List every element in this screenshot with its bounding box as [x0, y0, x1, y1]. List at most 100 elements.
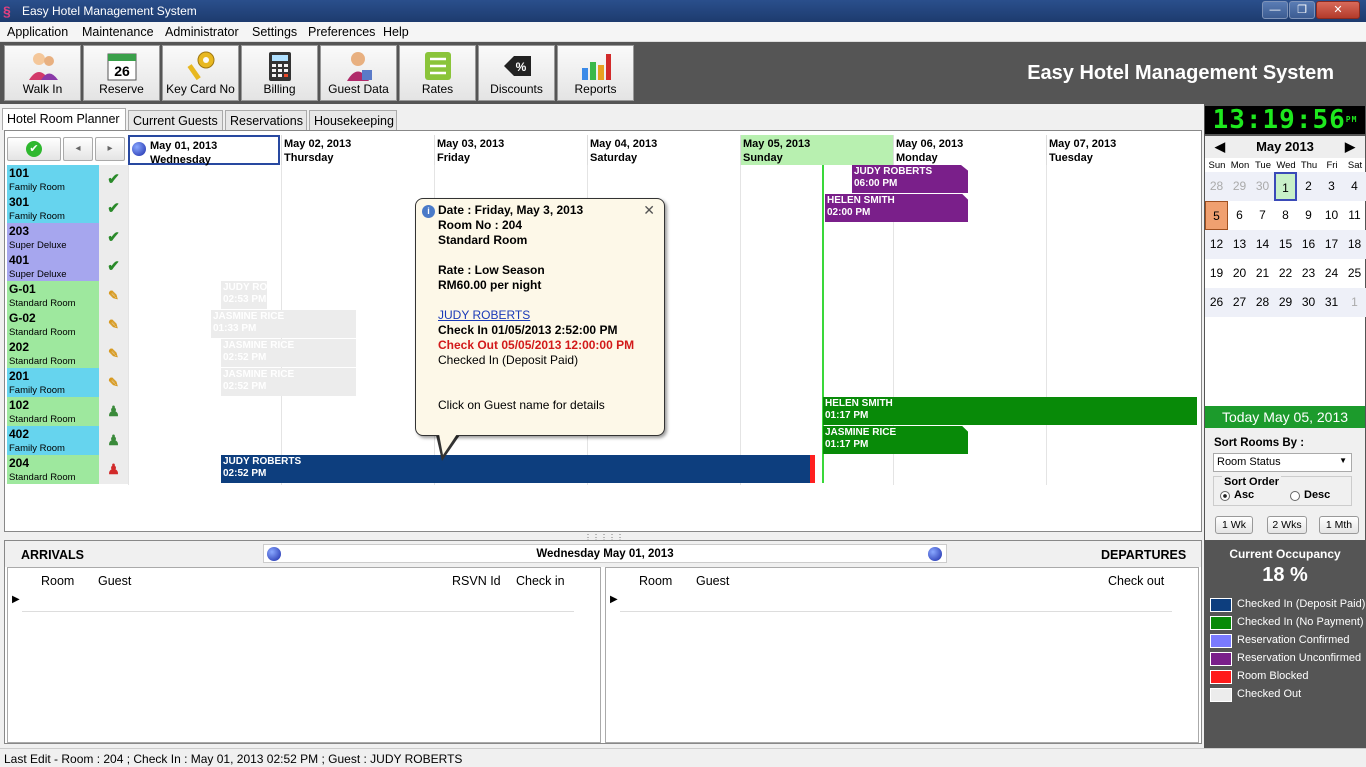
calendar-day[interactable]: 28: [1205, 172, 1228, 201]
day-header[interactable]: May 03, 2013 Friday: [434, 135, 587, 165]
calendar-day[interactable]: 3: [1320, 172, 1343, 201]
panel-splitter[interactable]: ⋮⋮⋮⋮⋮: [4, 532, 1202, 542]
calendar-day[interactable]: 5: [1205, 201, 1228, 230]
calendar-day[interactable]: 7: [1251, 201, 1274, 230]
maximize-button[interactable]: ❐: [1289, 1, 1315, 19]
calendar-day[interactable]: 21: [1251, 259, 1274, 288]
room-row[interactable]: G-02 Standard Room ✎: [7, 310, 128, 339]
reserve-button[interactable]: 26 Reserve: [83, 45, 160, 101]
calendar-day[interactable]: 10: [1320, 201, 1343, 230]
calendar-day[interactable]: 6: [1228, 201, 1251, 230]
room-row[interactable]: G-01 Standard Room ✎: [7, 281, 128, 310]
calendar-day[interactable]: 18: [1343, 230, 1366, 259]
calendar-day[interactable]: 26: [1205, 288, 1228, 317]
calendar-day[interactable]: 14: [1251, 230, 1274, 259]
discounts-button[interactable]: % Discounts: [478, 45, 555, 101]
booking-bar[interactable]: JASMINE RICE 01:17 PM: [823, 426, 968, 454]
calendar-day[interactable]: 15: [1274, 230, 1297, 259]
close-button[interactable]: ✕: [1316, 1, 1360, 19]
desc-radio[interactable]: [1290, 491, 1300, 501]
day-header-today[interactable]: May 05, 2013 Sunday: [740, 135, 893, 165]
confirm-button[interactable]: ✔: [7, 137, 61, 161]
room-row[interactable]: 401 Super Deluxe ✔: [7, 252, 128, 281]
day-header[interactable]: May 07, 2013 Tuesday: [1046, 135, 1199, 165]
popup-guest-link[interactable]: JUDY ROBERTS: [438, 308, 664, 323]
walk-in-button[interactable]: Walk In: [4, 45, 81, 101]
next-day-button[interactable]: [928, 547, 942, 561]
tab-hotel-room-planner[interactable]: Hotel Room Planner: [2, 108, 126, 130]
menu-administrator[interactable]: Administrator: [165, 25, 239, 39]
booking-bar[interactable]: HELEN SMITH 02:00 PM: [825, 194, 968, 222]
calendar-day[interactable]: 13: [1228, 230, 1251, 259]
room-row[interactable]: 202 Standard Room ✎: [7, 339, 128, 368]
tab-housekeeping[interactable]: Housekeeping: [309, 110, 397, 130]
calendar-day[interactable]: 28: [1251, 288, 1274, 317]
calendar-day[interactable]: 30: [1297, 288, 1320, 317]
reports-button[interactable]: Reports: [557, 45, 634, 101]
menu-preferences[interactable]: Preferences: [308, 25, 375, 39]
day-header[interactable]: May 04, 2013 Saturday: [587, 135, 740, 165]
room-row[interactable]: 101 Family Room ✔: [7, 165, 128, 194]
key-card-button[interactable]: Key Card No: [162, 45, 239, 101]
calendar-day[interactable]: 25: [1343, 259, 1366, 288]
calendar-day[interactable]: 20: [1228, 259, 1251, 288]
day-header[interactable]: May 06, 2013 Monday: [893, 135, 1046, 165]
next-week-button[interactable]: ▸: [95, 137, 125, 161]
sort-select[interactable]: Room Status ▼: [1213, 453, 1352, 472]
room-row[interactable]: 102 Standard Room ♟: [7, 397, 128, 426]
menu-application[interactable]: Application: [7, 25, 68, 39]
departures-grid[interactable]: Room Guest Check out ▶: [605, 567, 1199, 743]
booking-bar[interactable]: JASMINE RICE 01:33 PM: [211, 310, 356, 338]
arrivals-grid[interactable]: Room Guest RSVN Id Check in ▶: [7, 567, 601, 743]
booking-bar[interactable]: JUDY ROBERTS 06:00 PM: [852, 165, 968, 193]
calendar-day[interactable]: 17: [1320, 230, 1343, 259]
calendar-day[interactable]: 23: [1297, 259, 1320, 288]
calendar-day[interactable]: 1: [1343, 288, 1366, 317]
tab-reservations[interactable]: Reservations: [225, 110, 307, 130]
booking-bar[interactable]: JUDY RO 02:53 PM: [221, 281, 267, 309]
calendar-day[interactable]: 9: [1297, 201, 1320, 230]
room-row[interactable]: 301 Family Room ✔: [7, 194, 128, 223]
booking-bar[interactable]: JASMINE RICE 02:52 PM: [221, 368, 356, 396]
calendar-day[interactable]: 16: [1297, 230, 1320, 259]
calendar-day[interactable]: 29: [1228, 172, 1251, 201]
tab-current-guests[interactable]: Current Guests: [128, 110, 223, 130]
calendar-day[interactable]: 30: [1251, 172, 1274, 201]
calendar-day[interactable]: 19: [1205, 259, 1228, 288]
booking-bar[interactable]: JASMINE RICE 02:52 PM: [221, 339, 356, 367]
menu-help[interactable]: Help: [383, 25, 409, 39]
room-row[interactable]: 203 Super Deluxe ✔: [7, 223, 128, 252]
close-icon[interactable]: ✕: [643, 203, 655, 218]
calendar-day[interactable]: 1: [1274, 172, 1297, 201]
calendar-day[interactable]: 2: [1297, 172, 1320, 201]
room-row[interactable]: 204 Standard Room ♟: [7, 455, 128, 484]
calendar-day[interactable]: 27: [1228, 288, 1251, 317]
calendar-day[interactable]: 8: [1274, 201, 1297, 230]
range-1mth-button[interactable]: 1 Mth: [1319, 516, 1359, 534]
asc-radio[interactable]: [1220, 491, 1230, 501]
minimize-button[interactable]: —: [1262, 1, 1288, 19]
calendar-day[interactable]: 22: [1274, 259, 1297, 288]
today-button[interactable]: Today May 05, 2013: [1205, 406, 1365, 428]
range-1wk-button[interactable]: 1 Wk: [1215, 516, 1253, 534]
menu-maintenance[interactable]: Maintenance: [82, 25, 154, 39]
calendar-day[interactable]: 11: [1343, 201, 1366, 230]
menu-settings[interactable]: Settings: [252, 25, 297, 39]
day-header[interactable]: May 02, 2013 Thursday: [281, 135, 434, 165]
billing-button[interactable]: Billing: [241, 45, 318, 101]
room-row[interactable]: 201 Family Room ✎: [7, 368, 128, 397]
booking-bar-selected[interactable]: JUDY ROBERTS 02:52 PM: [221, 455, 815, 483]
rates-button[interactable]: Rates: [399, 45, 476, 101]
room-row[interactable]: 402 Family Room ♟: [7, 426, 128, 455]
day-header[interactable]: May 01, 2013 Wednesday: [128, 135, 280, 166]
calendar-day[interactable]: 4: [1343, 172, 1366, 201]
guest-data-button[interactable]: Guest Data: [320, 45, 397, 101]
prev-month-button[interactable]: ◀: [1215, 136, 1225, 158]
calendar-day[interactable]: 24: [1320, 259, 1343, 288]
calendar-day[interactable]: 31: [1320, 288, 1343, 317]
prev-week-button[interactable]: ◂: [63, 137, 93, 161]
booking-bar[interactable]: HELEN SMITH 01:17 PM: [823, 397, 1197, 425]
next-month-button[interactable]: ▶: [1345, 136, 1355, 158]
range-2wks-button[interactable]: 2 Wks: [1267, 516, 1307, 534]
calendar-day[interactable]: 29: [1274, 288, 1297, 317]
